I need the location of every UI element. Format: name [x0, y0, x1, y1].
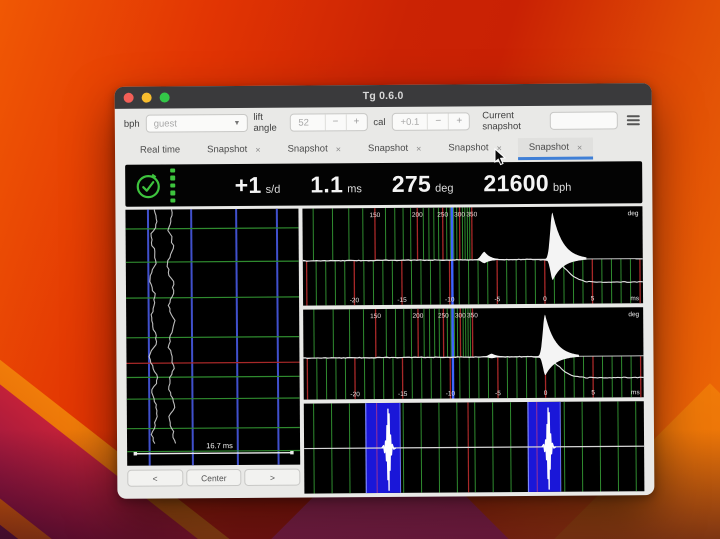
readout-beat-error: 1.1ms: [310, 171, 362, 198]
menu-button[interactable]: [624, 111, 643, 129]
svg-text:deg: deg: [628, 311, 639, 318]
bph-select-value: guest: [147, 118, 228, 130]
svg-text:deg: deg: [628, 210, 639, 217]
svg-text:-15: -15: [398, 391, 408, 398]
toolbar: bph guest ▼ lift angle 52 − + cal +0.1 −…: [115, 105, 652, 139]
svg-text:5: 5: [591, 296, 595, 303]
svg-text:ms: ms: [631, 389, 640, 396]
close-window-button[interactable]: [124, 93, 134, 103]
svg-text:-10: -10: [446, 391, 456, 398]
svg-text:5: 5: [591, 390, 595, 397]
tab-label: Snapshot: [207, 144, 247, 155]
paperstrip-display: 16.7 ms: [125, 209, 300, 466]
bph-select[interactable]: guest ▼: [146, 114, 248, 133]
status-bar: +1s/d 1.1ms 275deg 21600bph: [125, 161, 642, 207]
scroll-right-button[interactable]: >: [245, 469, 301, 486]
lift-angle-label: lift angle: [253, 112, 283, 134]
cal-label: cal: [373, 116, 385, 127]
svg-text:300: 300: [455, 312, 466, 319]
cal-spinner: +0.1 − +: [391, 112, 470, 131]
minimize-window-button[interactable]: [142, 93, 152, 103]
pulse-display-1: 150 200 250 300350 -20 -15 -10 -5 0 5 deg ms: [302, 206, 643, 305]
svg-text:-20: -20: [350, 391, 360, 398]
svg-text:0: 0: [543, 296, 547, 303]
tab-label: Real time: [140, 144, 180, 155]
paperstrip-nav: < Center >: [127, 469, 300, 487]
svg-text:-15: -15: [397, 297, 407, 304]
traffic-lights: [124, 92, 170, 102]
svg-text:350: 350: [466, 211, 477, 218]
svg-text:-10: -10: [445, 297, 455, 304]
readout-rate: +1s/d: [235, 171, 281, 198]
hamburger-icon: [627, 115, 640, 117]
signal-ok-icon: [133, 171, 163, 201]
tab-bar: Real timeSnapshot×Snapshot×Snapshot×Snap…: [115, 135, 652, 163]
mouse-cursor: [494, 148, 508, 167]
window-titlebar[interactable]: Tg 0.6.0: [115, 83, 652, 109]
readout-rate-bph: 21600bph: [483, 169, 571, 197]
tab-label: Snapshot: [448, 142, 488, 153]
lift-angle-spinner: 52 − +: [289, 113, 367, 132]
app-window: Tg 0.6.0 bph guest ▼ lift angle 52 − + c…: [115, 83, 655, 499]
svg-text:250: 250: [437, 212, 448, 219]
current-snapshot-input[interactable]: [550, 111, 618, 129]
tab-real-time[interactable]: Real time: [129, 140, 191, 162]
svg-text:350: 350: [467, 312, 478, 319]
readout-amplitude: 275deg: [392, 170, 454, 197]
svg-text:0: 0: [544, 390, 548, 397]
svg-text:250: 250: [438, 313, 449, 320]
scroll-left-button[interactable]: <: [127, 469, 183, 486]
tab-close-button[interactable]: ×: [336, 144, 341, 154]
svg-text:300: 300: [454, 211, 465, 218]
svg-text:ms: ms: [630, 295, 639, 302]
paperstrip-scale-label: 16.7 ms: [206, 441, 233, 450]
svg-text:150: 150: [369, 212, 380, 219]
desktop: Tg 0.6.0 bph guest ▼ lift angle 52 − + c…: [0, 0, 720, 539]
svg-text:150: 150: [370, 313, 381, 320]
beat-display: [304, 401, 645, 493]
main-content: 16.7 ms < Center > 150200250300350-20-15…: [125, 206, 644, 495]
svg-text:200: 200: [413, 313, 424, 320]
tab-close-button[interactable]: ×: [255, 144, 260, 154]
cal-decrement-button[interactable]: −: [427, 114, 448, 130]
tab-snapshot-5[interactable]: Snapshot ×: [518, 138, 594, 161]
svg-text:-5: -5: [494, 296, 500, 303]
chevron-down-icon: ▼: [227, 119, 246, 126]
svg-text:-20: -20: [350, 297, 360, 304]
lift-angle-value[interactable]: 52: [290, 117, 324, 128]
tab-close-button[interactable]: ×: [416, 143, 421, 153]
tab-close-button[interactable]: ×: [577, 142, 582, 152]
svg-text:200: 200: [412, 212, 423, 219]
center-button[interactable]: Center: [186, 469, 242, 486]
tab-snapshot-1[interactable]: Snapshot ×: [196, 140, 272, 163]
svg-text:-5: -5: [495, 390, 501, 397]
bph-label: bph: [124, 118, 140, 129]
window-title: Tg 0.6.0: [115, 88, 652, 104]
status-readouts: +1s/d 1.1ms 275deg 21600bph: [235, 169, 572, 198]
tab-label: Snapshot: [529, 142, 569, 153]
tab-snapshot-2[interactable]: Snapshot ×: [276, 139, 352, 162]
cal-value[interactable]: +0.1: [392, 116, 427, 127]
tab-label: Snapshot: [368, 143, 408, 154]
lift-angle-decrement-button[interactable]: −: [324, 114, 345, 130]
pulse-display-2: 150 200 250 300350 -20 -15 -10 -5 0 5 deg ms: [303, 307, 644, 399]
zoom-window-button[interactable]: [160, 92, 170, 102]
current-snapshot-label: Current snapshot: [482, 110, 544, 132]
tab-label: Snapshot: [288, 143, 328, 154]
lift-angle-increment-button[interactable]: +: [345, 114, 366, 130]
signal-strength-dots: [170, 168, 175, 203]
cal-increment-button[interactable]: +: [448, 113, 469, 129]
tab-snapshot-3[interactable]: Snapshot ×: [357, 139, 433, 162]
